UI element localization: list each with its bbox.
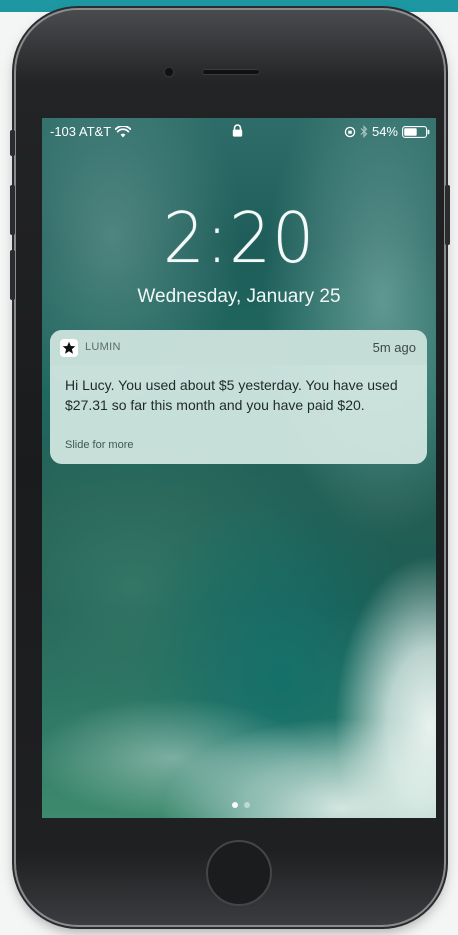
notification-action-hint: Slide for more xyxy=(65,439,134,451)
notification-header: LUMIN 5m ago xyxy=(50,330,427,365)
lock-screen-date: Wednesday, January 25 xyxy=(137,286,341,307)
lock-screen-time: 2:20 xyxy=(162,198,316,279)
carrier-info: -103 AT&T xyxy=(50,124,132,139)
carrier-label: -103 AT&T xyxy=(50,124,112,139)
star-icon xyxy=(62,341,76,354)
home-button[interactable] xyxy=(206,840,272,906)
lock-screen: -103 AT&T 54% 2:20 Wednesday, January 25… xyxy=(42,118,436,818)
app-icon xyxy=(60,339,78,357)
wifi-icon xyxy=(115,125,132,137)
power-button xyxy=(445,185,450,245)
volume-down-button xyxy=(10,250,15,300)
status-bar: -103 AT&T 54% xyxy=(42,118,436,144)
notification-card[interactable]: LUMIN 5m ago Hi Lucy. You used about $5 … xyxy=(50,330,427,464)
bluetooth-icon xyxy=(360,125,368,138)
front-camera xyxy=(163,66,175,78)
page-dot-active xyxy=(232,802,238,808)
notification-app-name: LUMIN xyxy=(85,341,121,353)
volume-up-button xyxy=(10,185,15,235)
notification-time: 5m ago xyxy=(372,340,416,355)
earpiece-speaker xyxy=(202,69,260,75)
status-right-group: 54% xyxy=(344,124,430,139)
page-dot xyxy=(244,802,250,808)
lock-icon xyxy=(232,124,243,137)
battery-percent: 54% xyxy=(371,124,398,139)
mute-switch xyxy=(10,130,15,156)
page-indicator xyxy=(232,802,250,808)
orientation-lock-icon xyxy=(344,126,356,137)
notification-message: Hi Lucy. You used about $5 yesterday. Yo… xyxy=(65,377,398,413)
battery-icon xyxy=(402,125,430,138)
